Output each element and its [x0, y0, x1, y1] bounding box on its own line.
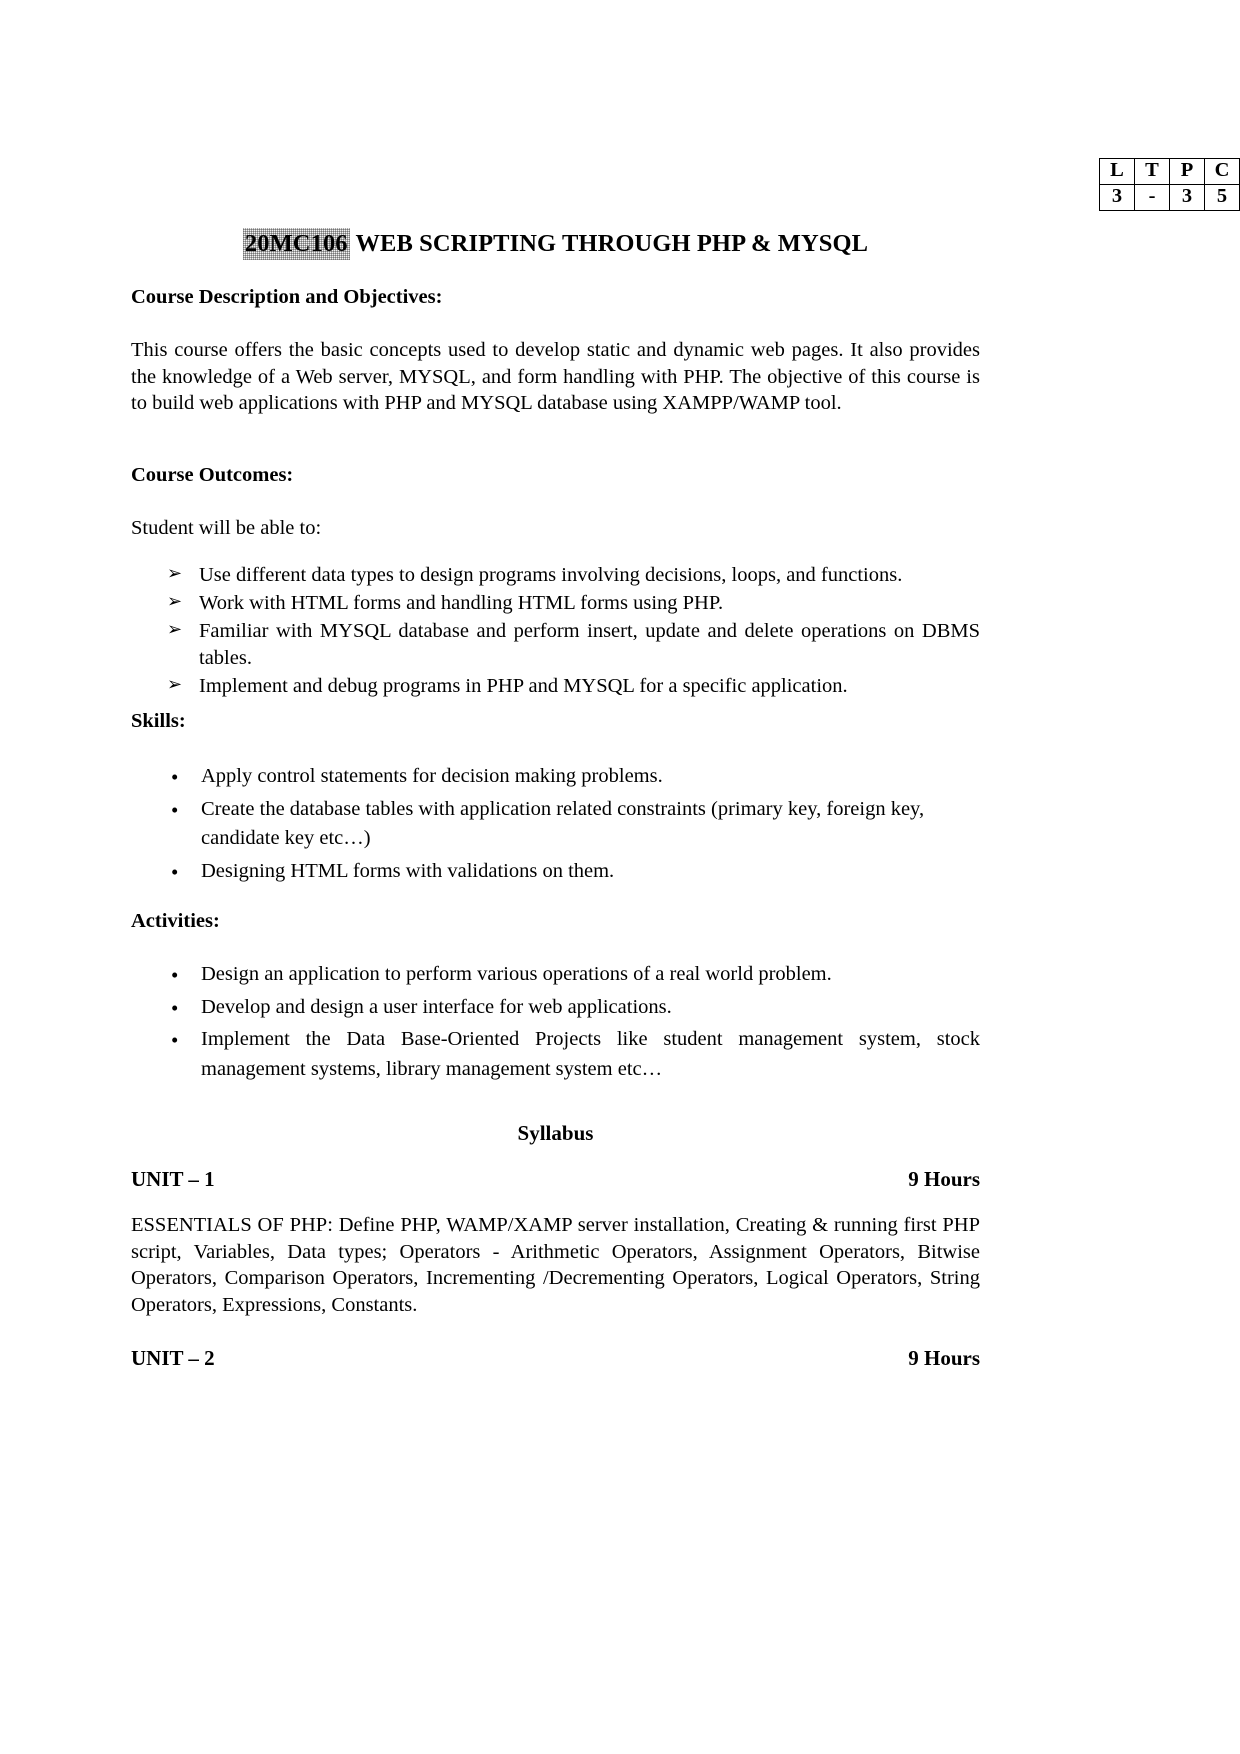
course-code: 20MC106	[243, 228, 350, 260]
unit-label-1: UNIT – 1	[131, 1167, 215, 1191]
list-item-label: Use different data types to design progr…	[199, 564, 903, 586]
ltpc-value-p: 3	[1169, 184, 1205, 211]
dot-bullet-icon: •	[171, 797, 179, 822]
ltpc-value-l: 3	[1099, 184, 1135, 211]
list-item: • Design an application to perform variou…	[131, 960, 980, 990]
list-course-outcomes: ➢ Use different data types to design prog…	[131, 562, 980, 701]
page-title: 20MC106 WEB SCRIPTING THROUGH PHP & MYSQ…	[131, 230, 980, 258]
list-item-label: Familiar with MYSQL database and perform…	[199, 620, 980, 670]
list-item: • Create the database tables with applica…	[131, 795, 980, 854]
ltpc-table-wrapper: L T P C 3 - 3 5	[1099, 158, 1240, 211]
list-item: • Designing HTML forms with validations o…	[131, 857, 980, 887]
heading-course-outcomes: Course Outcomes:	[131, 464, 294, 486]
arrow-bullet-icon: ➢	[167, 563, 183, 583]
list-item-label: Create the database tables with applicat…	[201, 797, 925, 850]
unit-header-1: UNIT – 1 9 Hours	[131, 1167, 980, 1192]
dot-bullet-icon: •	[171, 860, 179, 885]
dot-bullet-icon: •	[171, 765, 179, 789]
arrow-bullet-icon: ➢	[167, 619, 183, 640]
list-item: ➢ Implement and debug programs in PHP and…	[131, 673, 980, 700]
arrow-bullet-icon: ➢	[167, 591, 183, 612]
ltpc-value-t: -	[1134, 184, 1170, 211]
ltpc-header-t: T	[1134, 158, 1170, 185]
list-item: ➢ Work with HTML forms and handling HTML …	[131, 590, 980, 617]
dot-bullet-icon: •	[171, 1028, 179, 1053]
list-skills: • Apply control statements for decision m…	[131, 762, 980, 890]
unit-label-2: UNIT – 2	[131, 1346, 215, 1370]
table-row-values: 3 - 3 5	[1099, 184, 1240, 211]
ltpc-header-l: L	[1099, 158, 1135, 185]
list-item-label: Apply control statements for decision ma…	[201, 765, 663, 787]
ltpc-header-c: C	[1204, 158, 1240, 185]
list-item-label: Work with HTML forms and handling HTML f…	[199, 592, 724, 615]
unit-hours-1: 9 Hours	[908, 1167, 980, 1191]
ltpc-value-c: 5	[1204, 184, 1240, 211]
paragraph-course-description: This course offers the basic concepts us…	[131, 339, 980, 415]
heading-syllabus: Syllabus	[517, 1121, 594, 1145]
heading-course-description: Course Description and Objectives:	[131, 286, 443, 308]
list-item: • Implement the Data Base-Oriented Projec…	[131, 1025, 980, 1084]
arrow-bullet-icon: ➢	[167, 674, 183, 695]
list-item-label: Designing HTML forms with validations on…	[201, 860, 615, 883]
ltpc-table: L T P C 3 - 3 5	[1099, 158, 1240, 211]
list-item: ➢ Use different data types to design prog…	[131, 562, 980, 589]
paragraph-outcomes-intro: Student will be able to:	[131, 517, 322, 539]
unit-header-2: UNIT – 2 9 Hours	[131, 1346, 980, 1371]
list-item-label: Develop and design a user interface for …	[201, 995, 672, 1018]
course-name: WEB SCRIPTING THROUGH PHP & MYSQL	[355, 230, 869, 257]
document-page: L T P C 3 - 3 5 20MC106 WEB SCRIPTING TH…	[0, 0, 1240, 1754]
list-activities: • Design an application to perform variou…	[131, 960, 980, 1088]
heading-activities: Activities:	[131, 910, 220, 932]
list-item: ➢ Familiar with MYSQL database and perfor…	[131, 618, 980, 672]
list-item-label: Implement the Data Base-Oriented Project…	[201, 1028, 980, 1081]
ltpc-header-p: P	[1169, 158, 1205, 185]
list-item: • Apply control statements for decision m…	[131, 762, 980, 792]
dot-bullet-icon: •	[171, 963, 179, 987]
heading-skills: Skills:	[131, 710, 186, 732]
list-item-label: Implement and debug programs in PHP and …	[199, 675, 848, 698]
list-item-label: Design an application to perform various…	[201, 963, 832, 985]
dot-bullet-icon: •	[171, 995, 179, 1020]
unit-hours-2: 9 Hours	[908, 1346, 980, 1370]
unit-content-1: ESSENTIALS OF PHP: Define PHP, WAMP/XAMP…	[131, 1214, 980, 1316]
table-row-headers: L T P C	[1099, 158, 1240, 185]
list-item: • Develop and design a user interface for…	[131, 993, 980, 1023]
